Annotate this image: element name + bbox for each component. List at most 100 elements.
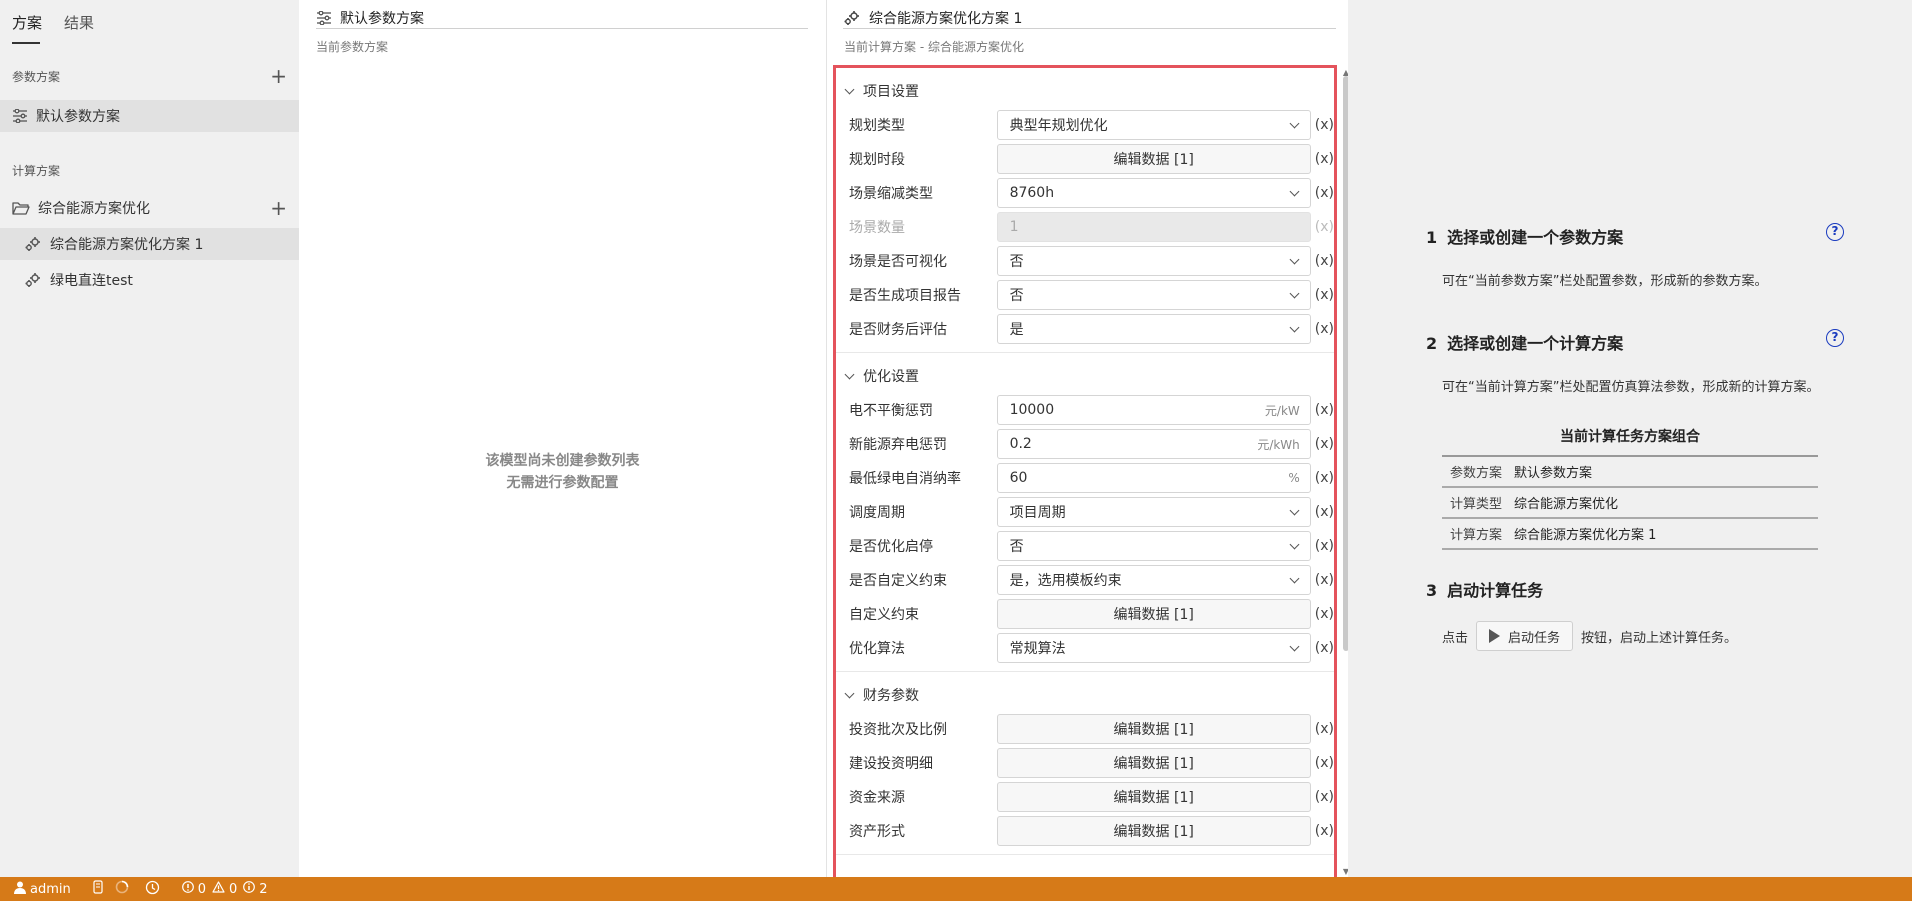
unit-label: 元/kWh: [1257, 437, 1300, 452]
expression-toggle-button[interactable]: (x): [1315, 721, 1334, 737]
select-field[interactable]: 否: [996, 531, 1311, 561]
scheme-form: 项目设置 规划类型 典型年规划优化 (x) 规划时段 编辑数据 [1] (x) 场景缩减类型 8…: [833, 65, 1337, 878]
group-title: 优化设置: [863, 369, 919, 385]
chevron-down-icon: [1289, 254, 1300, 264]
add-param-scheme-icon[interactable]: +: [270, 66, 287, 86]
server-icon[interactable]: [93, 880, 103, 898]
tab-scheme[interactable]: 方案: [12, 0, 42, 44]
expression-toggle-button[interactable]: (x): [1315, 219, 1334, 235]
group-title: 项目设置: [863, 84, 919, 100]
form-row: 投资批次及比例 编辑数据 [1] (x): [836, 712, 1334, 746]
form-row: 资金来源 编辑数据 [1] (x): [836, 780, 1334, 814]
info-count-value: 2: [259, 881, 268, 897]
error-count[interactable]: 0: [181, 881, 206, 897]
edit-data-button[interactable]: 编辑数据 [1]: [996, 599, 1311, 629]
expression-toggle-button[interactable]: (x): [1315, 436, 1334, 452]
expression-toggle-button[interactable]: (x): [1315, 572, 1334, 588]
expression-toggle-button[interactable]: (x): [1315, 321, 1334, 337]
form-row: 最低绿电自消纳率 60% (x): [836, 461, 1334, 495]
expression-toggle-button[interactable]: (x): [1315, 606, 1334, 622]
sidebar-item-calc-folder[interactable]: 综合能源方案优化 +: [0, 192, 299, 224]
step-3-title: 启动计算任务: [1447, 581, 1544, 600]
field-label: 电不平衡惩罚: [849, 403, 933, 419]
field-label: 资产形式: [849, 824, 905, 840]
expression-toggle-button[interactable]: (x): [1315, 640, 1334, 656]
edit-data-button[interactable]: 编辑数据 [1]: [996, 144, 1311, 174]
sidebar: 方案 结果 参数方案 + 默认参数方案 计算方案 综合能源方案优化 + 综合能源…: [0, 0, 299, 877]
unit-label: 元/kW: [1264, 403, 1300, 418]
expression-toggle-button[interactable]: (x): [1315, 117, 1334, 133]
start-task-label: 启动任务: [1508, 630, 1561, 646]
step-2-number: 2: [1426, 334, 1438, 353]
user-indicator[interactable]: admin: [14, 881, 71, 898]
field-value: 0.2: [1009, 436, 1032, 452]
form-row: 场景缩减类型 8760h (x): [836, 176, 1334, 210]
select-field[interactable]: 否: [996, 246, 1311, 276]
expression-toggle-button[interactable]: (x): [1315, 151, 1334, 167]
step-1-number: 1: [1426, 228, 1438, 247]
tab-result[interactable]: 结果: [64, 0, 94, 44]
edit-data-button[interactable]: 编辑数据 [1]: [996, 748, 1311, 778]
edit-data-button[interactable]: 编辑数据 [1]: [996, 714, 1311, 744]
gears-icon: [843, 10, 861, 26]
field-value: 8760h: [1009, 185, 1055, 201]
warning-count-value: 0: [229, 881, 238, 897]
edit-data-button[interactable]: 编辑数据 [1]: [996, 782, 1311, 812]
chevron-down-icon: [1289, 118, 1300, 128]
sidebar-item-calc-scheme-2[interactable]: 绿电直连test: [0, 264, 299, 296]
sidebar-item-label: 默认参数方案: [36, 109, 120, 125]
edit-data-button[interactable]: 编辑数据 [1]: [996, 816, 1311, 846]
table-row: 计算方案 综合能源方案优化方案 1: [1442, 519, 1818, 550]
number-input[interactable]: 10000 元/kW: [996, 395, 1311, 425]
expression-toggle-button[interactable]: (x): [1315, 470, 1334, 486]
start-suffix: 按钮，启动上述计算任务。: [1581, 630, 1738, 646]
field-label: 建设投资明细: [849, 756, 933, 772]
gears-icon: [24, 272, 42, 288]
select-field[interactable]: 常规算法: [996, 633, 1311, 663]
select-field[interactable]: 否: [996, 280, 1311, 310]
expression-toggle-button[interactable]: (x): [1315, 823, 1334, 839]
group-header-finance-params[interactable]: 财务参数: [836, 678, 1334, 712]
sidebar-item-label: 绿电直连test: [50, 273, 133, 289]
play-icon: [1489, 629, 1501, 643]
select-field[interactable]: 8760h: [996, 178, 1311, 208]
select-field[interactable]: 典型年规划优化: [996, 110, 1311, 140]
add-calc-scheme-icon[interactable]: +: [270, 198, 299, 218]
start-task-button[interactable]: 启动任务: [1476, 621, 1574, 651]
expression-toggle-button[interactable]: (x): [1315, 538, 1334, 554]
warning-count[interactable]: 0: [212, 881, 237, 897]
expression-toggle-button[interactable]: (x): [1315, 755, 1334, 771]
expression-toggle-button[interactable]: (x): [1315, 185, 1334, 201]
number-input[interactable]: 60%: [996, 463, 1311, 493]
form-row: 场景数量 1 (x): [836, 210, 1334, 244]
field-value: 是，选用模板约束: [1009, 573, 1122, 589]
help-icon[interactable]: ?: [1826, 329, 1844, 347]
history-icon[interactable]: [145, 880, 160, 899]
select-field[interactable]: 是: [996, 314, 1311, 344]
expression-toggle-button[interactable]: (x): [1315, 504, 1334, 520]
form-row: 调度周期 项目周期 (x): [836, 495, 1334, 529]
chevron-down-icon: [1289, 505, 1300, 515]
select-field[interactable]: 项目周期: [996, 497, 1311, 527]
field-value: 否: [1009, 288, 1024, 304]
expression-toggle-button[interactable]: (x): [1315, 402, 1334, 418]
user-icon: [14, 881, 26, 898]
help-icon[interactable]: ?: [1826, 223, 1844, 241]
group-header-project-settings[interactable]: 项目设置: [836, 74, 1334, 108]
sidebar-item-default-param[interactable]: 默认参数方案: [0, 100, 299, 132]
expression-toggle-button[interactable]: (x): [1315, 253, 1334, 269]
number-input[interactable]: 0.2 元/kWh: [996, 429, 1311, 459]
sidebar-item-calc-scheme-1[interactable]: 综合能源方案优化方案 1: [0, 228, 299, 260]
form-row: 是否生成项目报告 否 (x): [836, 278, 1334, 312]
expression-toggle-button[interactable]: (x): [1315, 789, 1334, 805]
combo-table: 参数方案 默认参数方案 计算类型 综合能源方案优化 计算方案 综合能源方案优化方…: [1442, 455, 1818, 550]
field-value: 否: [1009, 254, 1024, 270]
field-label: 资金来源: [849, 790, 905, 806]
info-count[interactable]: 2: [243, 881, 268, 897]
select-field[interactable]: 是，选用模板约束: [996, 565, 1311, 595]
group-header-optimization-settings[interactable]: 优化设置: [836, 359, 1334, 393]
form-row: 新能源弃电惩罚 0.2 元/kWh (x): [836, 427, 1334, 461]
param-panel-subtitle: 当前参数方案: [316, 40, 389, 54]
field-label: 最低绿电自消纳率: [849, 471, 961, 487]
expression-toggle-button[interactable]: (x): [1315, 287, 1334, 303]
